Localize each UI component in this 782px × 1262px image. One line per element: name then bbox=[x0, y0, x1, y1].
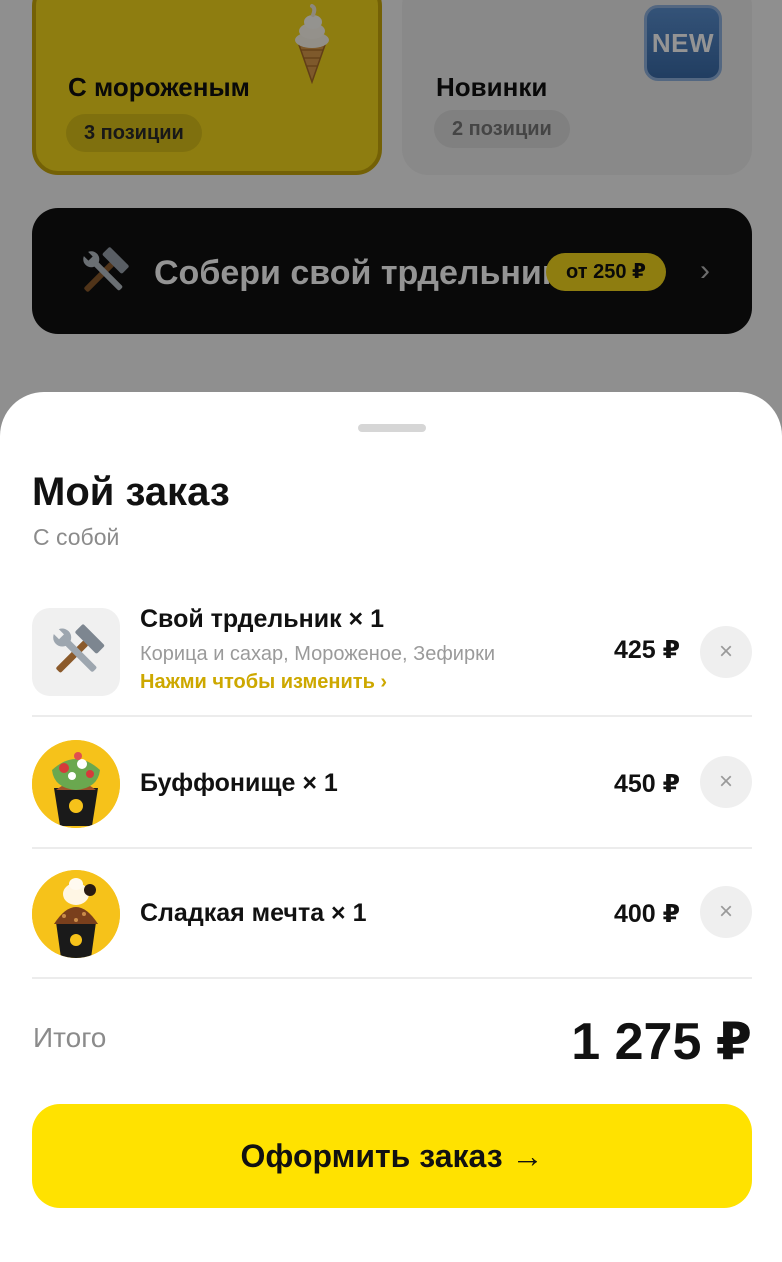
order-sheet: Мой заказ С собой Свой трдельник × 1 Кор… bbox=[0, 392, 782, 1262]
remove-item-button[interactable]: × bbox=[700, 756, 752, 808]
trdelnik-photo bbox=[32, 740, 120, 828]
edit-item-link[interactable]: Нажми чтобы изменить › bbox=[140, 671, 387, 694]
item-name: Свой трдельник × 1 bbox=[140, 605, 384, 633]
order-item[interactable]: Свой трдельник × 1 Корица и сахар, Морож… bbox=[32, 587, 752, 717]
order-item[interactable]: Сладкая мечта × 1 400 ₽ × bbox=[32, 849, 752, 979]
remove-item-button[interactable]: × bbox=[700, 886, 752, 938]
divider bbox=[32, 715, 752, 717]
order-title: Мой заказ bbox=[32, 470, 230, 514]
sheet-grabber[interactable] bbox=[358, 424, 426, 432]
divider bbox=[32, 977, 752, 979]
total-value: 1 275 ₽ bbox=[571, 1013, 752, 1071]
checkout-button[interactable]: Оформить заказ → bbox=[32, 1104, 752, 1208]
total-label: Итого bbox=[33, 1022, 107, 1053]
item-price: 425 ₽ bbox=[613, 636, 680, 664]
hammer-wrench-icon bbox=[32, 608, 120, 696]
trdelnik-photo bbox=[32, 870, 120, 958]
item-name: Буффонище × 1 bbox=[140, 769, 338, 797]
remove-item-button[interactable]: × bbox=[700, 626, 752, 678]
order-item[interactable]: Буффонище × 1 450 ₽ × bbox=[32, 719, 752, 849]
item-name: Сладкая мечта × 1 bbox=[140, 899, 367, 927]
order-subtitle: С собой bbox=[33, 524, 120, 550]
item-description: Корица и сахар, Мороженое, Зефирки bbox=[140, 643, 495, 665]
item-price: 400 ₽ bbox=[613, 900, 680, 928]
item-price: 450 ₽ bbox=[613, 770, 680, 798]
